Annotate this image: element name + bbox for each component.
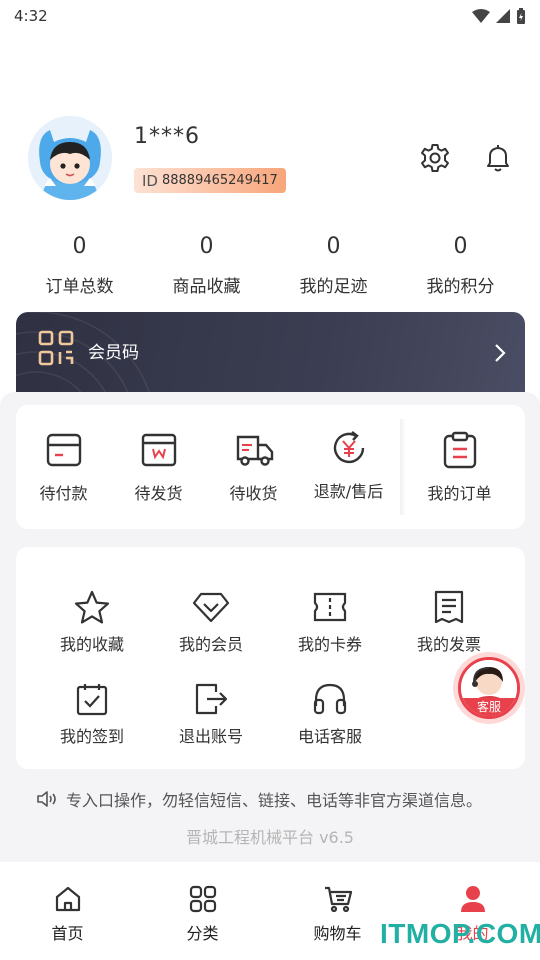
home-icon [55, 886, 80, 912]
qr-code-icon [38, 330, 74, 366]
wifi-icon [472, 9, 490, 23]
stat-label: 我的积分 [426, 277, 495, 297]
version-text: 晋城工程机械平台 v6.5 [185, 828, 354, 847]
customer-service-label: 客服 [461, 698, 517, 716]
settings-button[interactable] [417, 140, 453, 176]
member-code-card[interactable]: 会员码 [16, 312, 525, 404]
order-label: 待收货 [229, 484, 278, 503]
id-prefix: ID [142, 171, 158, 190]
stat-points[interactable]: 0 我的积分 [397, 232, 524, 302]
status-icons [472, 8, 526, 24]
checkin-icon [76, 684, 108, 716]
stats-row: 0 订单总数 0 商品收藏 0 我的足迹 0 我的积分 [16, 232, 524, 302]
stat-footprints[interactable]: 0 我的足迹 [270, 232, 397, 302]
headset-icon [313, 683, 347, 715]
service-label: 电话客服 [297, 727, 362, 746]
status-time: 4:32 [14, 7, 48, 25]
stat-value: 0 [453, 234, 468, 259]
avatar-image [28, 116, 112, 200]
service-favorites[interactable]: 我的收藏 [33, 587, 151, 655]
wallet-icon [46, 433, 81, 467]
tab-home[interactable]: 首页 [0, 862, 135, 960]
package-icon [141, 433, 176, 467]
service-label: 我的发票 [416, 635, 481, 654]
tab-label: 购物车 [313, 924, 362, 943]
notice-text: 专入口操作，勿轻信短信、链接、电话等非官方渠道信息。 [66, 791, 483, 810]
customer-service-avatar: 客服 [458, 657, 520, 719]
service-label: 我的签到 [59, 727, 124, 746]
service-invoices[interactable]: 我的发票 [390, 587, 508, 655]
my-orders[interactable]: 我的订单 [412, 405, 507, 529]
status-bar: 4:32 [0, 0, 540, 32]
service-coupons[interactable]: 我的卡券 [271, 587, 389, 655]
order-label: 待付款 [39, 484, 88, 503]
order-label: 待发货 [134, 484, 183, 503]
username: 1***6 [134, 124, 200, 149]
service-label: 退出账号 [178, 727, 243, 746]
service-label: 我的收藏 [59, 635, 124, 654]
gear-icon [421, 144, 449, 172]
cart-icon [324, 886, 352, 913]
signal-icon [496, 9, 510, 23]
invoice-icon [434, 590, 464, 624]
orders-panel: 待付款 待发货 待收货 退款/售后 我的订单 [16, 405, 525, 529]
speaker-icon [37, 791, 56, 807]
stat-value: 0 [326, 234, 341, 259]
stat-value: 0 [199, 234, 214, 259]
tab-label: 分类 [186, 924, 219, 943]
stat-orders[interactable]: 0 订单总数 [16, 232, 143, 302]
notice-bar: 专入口操作，勿轻信短信、链接、电话等非官方渠道信息。 [36, 786, 509, 812]
category-icon [189, 885, 216, 913]
refund-icon [333, 431, 364, 464]
star-icon [74, 590, 110, 624]
profile-header: 1***6 ID 88889465249417 [28, 116, 512, 200]
service-membership[interactable]: 我的会员 [152, 587, 270, 655]
order-label: 我的订单 [427, 484, 492, 503]
order-refund[interactable]: 退款/售后 [301, 403, 396, 527]
watermark: ITMOP.COM [380, 918, 540, 949]
bell-icon [487, 145, 509, 172]
services-panel: 我的收藏 我的会员 我的卡券 我的发票 我的签到 退出账号 电话客服 [16, 547, 525, 769]
diamond-icon [192, 592, 230, 623]
stat-label: 商品收藏 [172, 277, 241, 297]
coupon-icon [313, 592, 347, 622]
service-phone-support[interactable]: 电话客服 [271, 679, 389, 747]
service-logout[interactable]: 退出账号 [152, 679, 270, 747]
battery-icon [517, 8, 525, 24]
customer-service-float-button[interactable]: 客服 [453, 652, 525, 724]
order-pending-payment[interactable]: 待付款 [16, 405, 111, 529]
stat-favorites[interactable]: 0 商品收藏 [143, 232, 270, 302]
tab-category[interactable]: 分类 [135, 862, 270, 960]
stat-value: 0 [72, 234, 87, 259]
order-divider [400, 419, 406, 515]
notifications-button[interactable] [480, 140, 516, 176]
service-label: 我的会员 [178, 635, 243, 654]
truck-icon [236, 435, 273, 466]
chevron-right-icon [495, 344, 506, 362]
profile-icon [460, 886, 485, 912]
tab-label: 首页 [51, 924, 84, 943]
order-label: 退款/售后 [313, 482, 384, 501]
service-label: 我的卡券 [297, 635, 362, 654]
user-id-badge: ID 88889465249417 [134, 168, 286, 193]
avatar[interactable] [28, 116, 112, 200]
user-id-value: 88889465249417 [161, 173, 278, 188]
stat-label: 我的足迹 [299, 277, 368, 297]
member-code-label: 会员码 [88, 343, 139, 363]
order-pending-shipment[interactable]: 待发货 [111, 405, 206, 529]
stat-label: 订单总数 [45, 277, 114, 297]
clipboard-icon [443, 431, 476, 469]
order-pending-receipt[interactable]: 待收货 [206, 405, 301, 529]
service-checkin[interactable]: 我的签到 [33, 679, 151, 747]
logout-icon [195, 683, 228, 715]
